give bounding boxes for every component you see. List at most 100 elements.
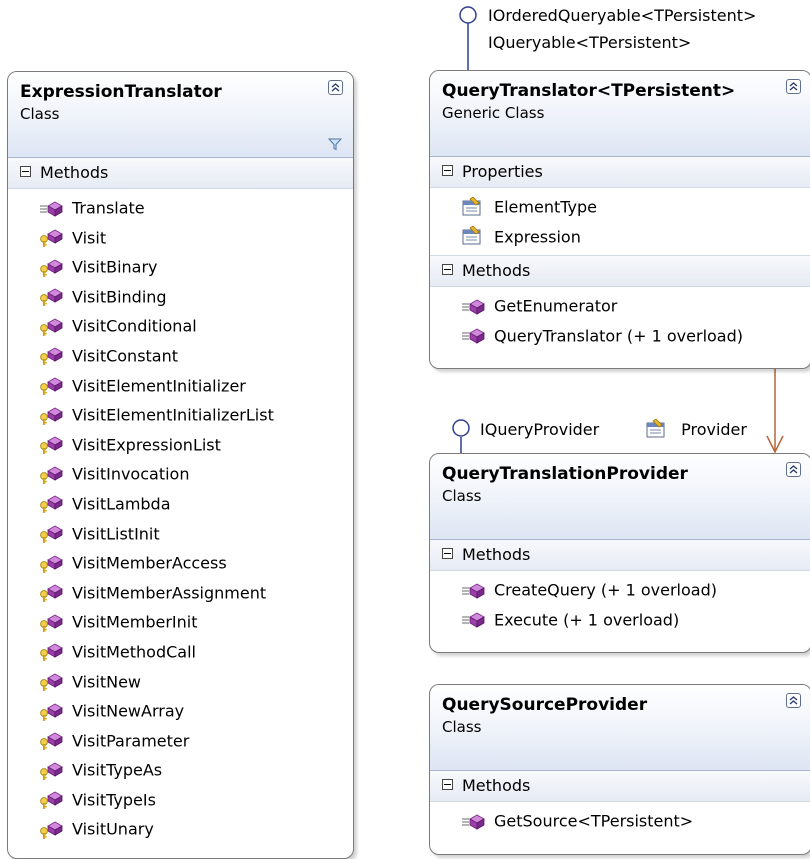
shape-header[interactable]: QueryTranslator<TPersistent> Generic Cla… [430, 71, 810, 157]
member-row[interactable]: VisitParameter [8, 726, 353, 756]
compartment-name: Methods [462, 545, 531, 564]
shape-expression-translator[interactable]: ExpressionTranslator Class Methods Trans… [7, 71, 354, 859]
protected-method-icon [38, 286, 64, 307]
member-row[interactable]: VisitTypeAs [8, 755, 353, 785]
member-name: VisitListInit [72, 524, 160, 544]
collapse-button[interactable] [328, 80, 343, 95]
member-row[interactable]: VisitBinary [8, 252, 353, 282]
interface-label-iorderedqueryable: IOrderedQueryable<TPersistent> [488, 6, 757, 25]
protected-method-icon [38, 701, 64, 721]
collapse-button[interactable] [786, 79, 801, 94]
protected-method-icon [38, 257, 64, 277]
compartment-header-methods[interactable]: Methods [430, 540, 810, 571]
member-row[interactable]: GetSource<TPersistent> [430, 806, 810, 836]
filter-icon[interactable] [328, 137, 342, 151]
member-row[interactable]: VisitLambda [8, 489, 353, 519]
member-name: VisitElementInitializerList [72, 405, 274, 425]
association-provider-text: Provider [681, 420, 747, 439]
member-name: Visit [72, 228, 107, 248]
member-row[interactable]: GetEnumerator [430, 291, 810, 321]
collapse-toggle-icon[interactable] [442, 548, 453, 559]
public-method-icon [38, 198, 64, 217]
member-row[interactable]: Translate [8, 193, 353, 223]
compartment-header-methods[interactable]: Methods [430, 771, 810, 802]
member-row[interactable]: QueryTranslator (+ 1 overload) [430, 321, 810, 351]
member-row[interactable]: VisitMemberInit [8, 607, 353, 637]
member-list: CreateQuery (+ 1 overload) Execute (+ 1 o… [430, 571, 810, 638]
protected-method-icon [38, 553, 64, 573]
protected-method-icon [38, 493, 64, 514]
member-row[interactable]: VisitExpressionList [8, 430, 353, 460]
member-row[interactable]: Execute (+ 1 overload) [430, 605, 810, 635]
member-list: GetEnumerator QueryTranslator (+ 1 overlo… [430, 287, 810, 354]
double-chevron-up-icon [789, 82, 798, 91]
member-name: Expression [494, 227, 581, 247]
compartment-header-methods[interactable]: Methods [8, 158, 353, 189]
protected-method-icon [38, 671, 64, 691]
member-row[interactable]: VisitElementInitializerList [8, 400, 353, 430]
double-chevron-up-icon [789, 696, 798, 705]
member-row[interactable]: VisitNew [8, 667, 353, 697]
protected-method-icon [38, 375, 64, 395]
compartment-name: Methods [40, 163, 109, 182]
member-row[interactable]: VisitMethodCall [8, 637, 353, 667]
shape-query-translation-provider[interactable]: QueryTranslationProvider Class Methods C… [429, 453, 810, 653]
shape-title: QueryTranslator<TPersistent> [442, 81, 736, 101]
member-name: VisitConditional [72, 317, 197, 337]
member-row[interactable]: Expression [430, 222, 810, 252]
member-row[interactable]: VisitElementInitializer [8, 371, 353, 401]
collapse-button[interactable] [786, 462, 801, 477]
protected-method-icon [38, 345, 64, 366]
protected-method-icon [38, 464, 64, 484]
member-row[interactable]: VisitConditional [8, 311, 353, 341]
member-list: ElementType Expression [430, 188, 810, 255]
member-name: VisitUnary [72, 820, 154, 840]
member-row[interactable]: VisitInvocation [8, 459, 353, 489]
compartment-header-methods[interactable]: Methods [430, 255, 810, 288]
member-name: VisitNew [72, 672, 141, 692]
member-name: VisitExpressionList [72, 435, 221, 455]
member-name: GetEnumerator [494, 296, 618, 316]
collapse-toggle-icon[interactable] [442, 264, 453, 276]
member-row[interactable]: ElementType [430, 192, 810, 222]
interface-label-iqueryable: IQueryable<TPersistent> [488, 33, 692, 52]
member-row[interactable]: CreateQuery (+ 1 overload) [430, 575, 810, 605]
public-method-icon [460, 296, 486, 315]
interface-lollipop-queryprovider[interactable] [452, 419, 470, 437]
shape-stereotype: Generic Class [442, 104, 545, 122]
shape-header[interactable]: QueryTranslationProvider Class [430, 454, 810, 540]
member-name: VisitTypeAs [72, 760, 163, 780]
member-row[interactable]: VisitListInit [8, 519, 353, 549]
member-name: VisitTypeIs [72, 790, 156, 810]
member-row[interactable]: Visit [8, 223, 353, 253]
member-row[interactable]: VisitConstant [8, 341, 353, 371]
shape-header[interactable]: ExpressionTranslator Class [8, 72, 353, 158]
member-name: VisitMemberAssignment [72, 583, 267, 603]
member-row[interactable]: VisitUnary [8, 814, 353, 844]
member-name: VisitElementInitializer [72, 376, 246, 396]
member-name: CreateQuery (+ 1 overload) [494, 580, 717, 600]
member-name: VisitNewArray [72, 701, 185, 721]
shape-query-translator[interactable]: QueryTranslator<TPersistent> Generic Cla… [429, 70, 810, 369]
member-name: VisitParameter [72, 731, 190, 751]
member-row[interactable]: VisitMemberAccess [8, 548, 353, 578]
protected-method-icon [38, 316, 64, 336]
shape-query-source-provider[interactable]: QuerySourceProvider Class Methods GetSou… [429, 684, 810, 855]
shape-header[interactable]: QuerySourceProvider Class [430, 685, 810, 771]
property-icon [460, 195, 486, 215]
member-row[interactable]: VisitNewArray [8, 696, 353, 726]
collapse-toggle-icon[interactable] [442, 165, 453, 176]
collapse-button[interactable] [786, 693, 801, 708]
member-name: Execute (+ 1 overload) [494, 610, 680, 630]
collapse-toggle-icon[interactable] [442, 779, 453, 790]
compartment-header-properties[interactable]: Properties [430, 157, 810, 188]
compartment-name: Properties [462, 162, 543, 181]
member-row[interactable]: VisitTypeIs [8, 785, 353, 815]
member-name: ElementType [494, 197, 597, 217]
member-row[interactable]: VisitMemberAssignment [8, 578, 353, 608]
member-list: GetSource<TPersistent> [430, 802, 810, 840]
interface-lollipop-queryable[interactable] [459, 6, 477, 24]
public-method-icon [460, 609, 486, 628]
member-row[interactable]: VisitBinding [8, 282, 353, 312]
collapse-toggle-icon[interactable] [20, 166, 31, 177]
